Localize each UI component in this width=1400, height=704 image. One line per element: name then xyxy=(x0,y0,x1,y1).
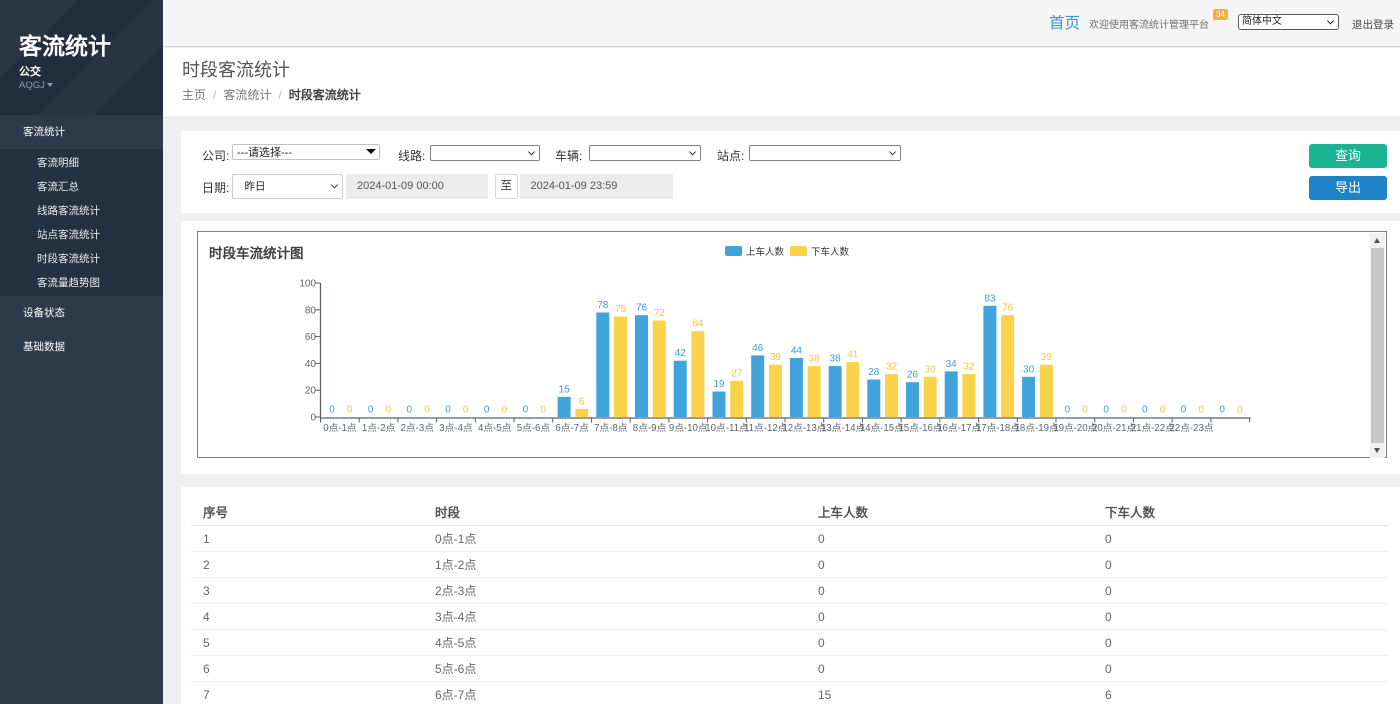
svg-text:32: 32 xyxy=(963,362,975,373)
svg-text:4点-5点: 4点-5点 xyxy=(478,422,512,434)
svg-text:41: 41 xyxy=(847,350,859,361)
svg-text:78: 78 xyxy=(597,300,609,311)
svg-text:76: 76 xyxy=(636,303,648,314)
svg-text:0: 0 xyxy=(1142,405,1148,416)
svg-text:75: 75 xyxy=(615,304,627,315)
svg-text:0: 0 xyxy=(523,405,529,416)
svg-text:11点-12点: 11点-12点 xyxy=(744,422,788,434)
svg-text:30: 30 xyxy=(1023,364,1035,375)
svg-text:0: 0 xyxy=(1103,405,1109,416)
svg-text:40: 40 xyxy=(305,359,317,370)
svg-text:32: 32 xyxy=(886,362,898,373)
svg-text:76: 76 xyxy=(1002,303,1014,314)
svg-text:0: 0 xyxy=(484,405,490,416)
svg-text:8点-9点: 8点-9点 xyxy=(633,422,667,434)
svg-text:0: 0 xyxy=(407,405,413,416)
svg-text:46: 46 xyxy=(752,343,764,354)
svg-text:6: 6 xyxy=(579,397,585,408)
svg-text:0: 0 xyxy=(347,405,353,416)
svg-text:0: 0 xyxy=(386,405,392,416)
svg-text:0: 0 xyxy=(445,405,451,416)
svg-text:20: 20 xyxy=(305,386,317,397)
svg-text:9点-10点: 9点-10点 xyxy=(669,422,708,434)
svg-text:7点-8点: 7点-8点 xyxy=(594,422,628,434)
svg-text:39: 39 xyxy=(1041,352,1053,363)
svg-text:2点-3点: 2点-3点 xyxy=(401,422,435,434)
svg-text:0: 0 xyxy=(1065,405,1071,416)
svg-text:0: 0 xyxy=(502,405,508,416)
svg-text:6点-7点: 6点-7点 xyxy=(555,422,589,434)
svg-text:0: 0 xyxy=(1181,405,1187,416)
svg-text:0: 0 xyxy=(1160,405,1166,416)
svg-text:19点-20点: 19点-20点 xyxy=(1053,422,1097,434)
svg-text:19: 19 xyxy=(713,379,725,390)
svg-text:0: 0 xyxy=(540,405,546,416)
svg-text:0: 0 xyxy=(1237,405,1243,416)
svg-text:3点-4点: 3点-4点 xyxy=(439,422,473,434)
svg-text:80: 80 xyxy=(305,305,317,316)
svg-text:0: 0 xyxy=(1121,405,1127,416)
svg-text:0点-1点: 0点-1点 xyxy=(323,422,357,434)
svg-text:0: 0 xyxy=(329,405,335,416)
svg-text:60: 60 xyxy=(305,332,317,343)
svg-text:26: 26 xyxy=(907,370,919,381)
svg-text:64: 64 xyxy=(692,319,704,330)
svg-text:30: 30 xyxy=(925,364,937,375)
svg-text:0: 0 xyxy=(310,413,316,424)
svg-text:5点-6点: 5点-6点 xyxy=(517,422,551,434)
svg-text:15: 15 xyxy=(559,384,571,395)
svg-text:83: 83 xyxy=(984,293,996,304)
svg-text:0: 0 xyxy=(1219,405,1225,416)
svg-text:22点-23点: 22点-23点 xyxy=(1169,422,1213,434)
svg-text:100: 100 xyxy=(299,279,316,290)
svg-text:0: 0 xyxy=(1198,405,1204,416)
svg-text:10点-11点: 10点-11点 xyxy=(705,422,749,434)
svg-text:27: 27 xyxy=(731,368,743,379)
svg-text:42: 42 xyxy=(675,348,687,359)
svg-text:0: 0 xyxy=(463,405,469,416)
svg-text:0: 0 xyxy=(368,405,374,416)
svg-text:28: 28 xyxy=(868,367,880,378)
svg-text:39: 39 xyxy=(770,352,782,363)
svg-text:0: 0 xyxy=(1082,405,1088,416)
svg-text:72: 72 xyxy=(654,308,666,319)
svg-text:38: 38 xyxy=(809,354,821,365)
svg-text:34: 34 xyxy=(946,359,958,370)
svg-text:38: 38 xyxy=(830,354,842,365)
svg-text:0: 0 xyxy=(424,405,430,416)
svg-text:1点-2点: 1点-2点 xyxy=(362,422,396,434)
svg-text:44: 44 xyxy=(791,346,803,357)
